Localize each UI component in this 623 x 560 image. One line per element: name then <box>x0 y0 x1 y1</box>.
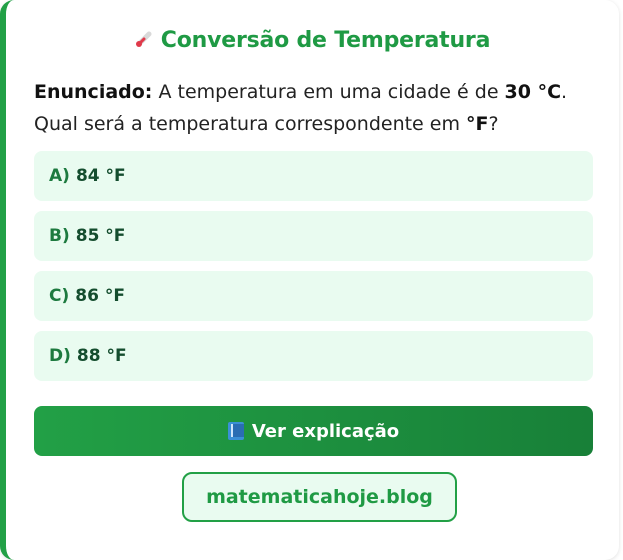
option-text: 86 °F <box>75 286 125 306</box>
option-b[interactable]: B) 85 °F <box>34 211 593 261</box>
view-explanation-button[interactable]: Ver explicação <box>34 406 593 456</box>
thermometer-icon <box>135 29 153 47</box>
option-letter: D) <box>49 346 71 366</box>
blog-link[interactable]: matematicahoje.blog <box>182 472 457 522</box>
option-d[interactable]: D) 88 °F <box>34 331 593 381</box>
statement-text-3: ? <box>488 113 499 135</box>
quiz-title: Conversão de Temperatura <box>6 28 619 53</box>
option-text: 84 °F <box>75 166 126 186</box>
statement-text-1: A temperatura em uma cidade é de <box>152 81 505 103</box>
quiz-title-text: Conversão de Temperatura <box>160 28 491 53</box>
quiz-card: Conversão de Temperatura Enunciado: A te… <box>0 0 619 560</box>
option-a[interactable]: A) 84 °F <box>34 151 593 201</box>
option-letter: C) <box>49 286 70 306</box>
option-text: 88 °F <box>76 346 127 366</box>
option-letter: B) <box>49 226 70 246</box>
view-explanation-label: Ver explicação <box>251 420 400 442</box>
option-letter: A) <box>49 166 70 186</box>
question-statement: Enunciado: A temperatura em uma cidade é… <box>34 76 594 140</box>
book-icon <box>227 422 244 440</box>
statement-label: Enunciado: <box>34 81 153 103</box>
option-c[interactable]: C) 86 °F <box>34 271 593 321</box>
statement-unit-fahrenheit: °F <box>466 113 489 135</box>
statement-value-celsius: 30 °C <box>504 81 562 103</box>
option-text: 85 °F <box>75 226 126 246</box>
